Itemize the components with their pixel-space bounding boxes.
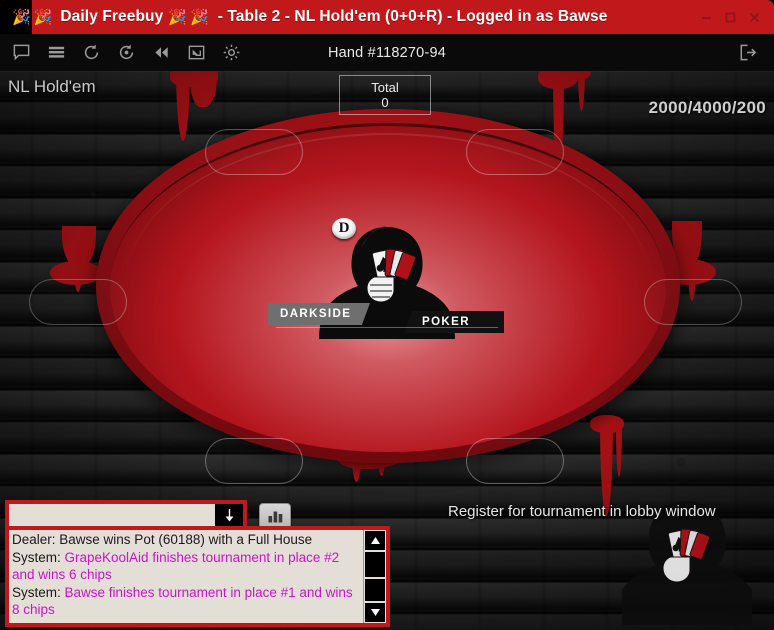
register-message: Register for tournament in lobby window xyxy=(448,503,716,520)
pot-total-value: 0 xyxy=(381,95,389,110)
table-toolbar: Hand #118270-94 xyxy=(0,34,774,71)
chat-scrollbar[interactable] xyxy=(363,530,386,623)
title-bar-text-group: 🎉 🎉 Daily Freebuy 🎉 🎉 - Table 2 - NL Hol… xyxy=(0,8,607,26)
close-button[interactable] xyxy=(743,6,765,28)
bar-chart-icon xyxy=(268,511,282,522)
toolbar-icon-group xyxy=(0,41,243,65)
chat-icon[interactable] xyxy=(9,41,33,65)
menu-icon[interactable] xyxy=(44,41,68,65)
chat-line: System: GrapeKoolAid finishes tournament… xyxy=(12,549,360,584)
party-popper-icon: 🎉 xyxy=(33,8,53,26)
chat-line-source: System: xyxy=(12,584,61,600)
party-popper-icon: 🎉 xyxy=(190,8,209,26)
chat-line-text: Bawse finishes tournament in place #1 an… xyxy=(12,584,353,618)
scroll-down-button[interactable] xyxy=(364,602,386,623)
resize-icon[interactable] xyxy=(184,41,208,65)
scroll-up-button[interactable] xyxy=(364,530,386,551)
minimize-button[interactable] xyxy=(695,6,717,28)
window-controls xyxy=(695,6,774,28)
chat-line-text: Bawse wins Pot (60188) with a Full House xyxy=(55,532,313,547)
chat-log: Dealer: Bawse wins Pot (60188) with a Fu… xyxy=(5,526,390,627)
exit-icon[interactable] xyxy=(735,41,759,65)
scrollbar-thumb-lower[interactable] xyxy=(364,578,386,603)
chat-log-lines: Dealer: Bawse wins Pot (60188) with a Fu… xyxy=(9,530,363,623)
triangle-down-icon xyxy=(370,609,380,617)
game-type-label: NL Hold'em xyxy=(8,77,96,96)
title-bar: 🎉 🎉 Daily Freebuy 🎉 🎉 - Table 2 - NL Hol… xyxy=(0,0,774,34)
party-popper-icon: 🎉 xyxy=(168,8,188,26)
pot-total-label: Total xyxy=(371,80,399,95)
rewind-icon[interactable] xyxy=(149,41,173,65)
arrow-down-icon xyxy=(225,508,233,521)
chat-panel: Dealer: Bawse wins Pot (60188) with a Fu… xyxy=(5,500,390,627)
maximize-button[interactable] xyxy=(719,6,741,28)
chat-dropdown-button[interactable] xyxy=(215,504,243,526)
chat-line: System: Bawse finishes tournament in pla… xyxy=(12,584,360,619)
chat-line-text: GrapeKoolAid finishes tournament in plac… xyxy=(12,549,340,583)
sit-out-icon[interactable] xyxy=(114,41,138,65)
refresh-icon[interactable] xyxy=(79,41,103,65)
chat-input[interactable] xyxy=(9,504,215,526)
window-title-suffix: - Table 2 - NL Hold'em (0+0+R) - Logged … xyxy=(217,8,608,25)
scrollbar-thumb[interactable] xyxy=(364,550,386,579)
settings-icon[interactable] xyxy=(219,41,243,65)
pot-total-box: Total 0 xyxy=(339,75,431,115)
window-title-prefix: Daily Freebuy xyxy=(60,8,164,25)
chat-line-source: Dealer: xyxy=(12,532,56,547)
toolbar-right-group xyxy=(735,41,774,65)
chat-line-source: System: xyxy=(12,549,61,565)
chat-line: Dealer: Bawse wins Pot (60188) with a Fu… xyxy=(12,531,360,549)
triangle-up-icon xyxy=(370,536,380,544)
poker-table-window: 🎉 🎉 Daily Freebuy 🎉 🎉 - Table 2 - NL Hol… xyxy=(0,0,774,630)
party-popper-icon: 🎉 xyxy=(12,8,31,26)
blinds-label: 2000/4000/200 xyxy=(648,98,766,117)
